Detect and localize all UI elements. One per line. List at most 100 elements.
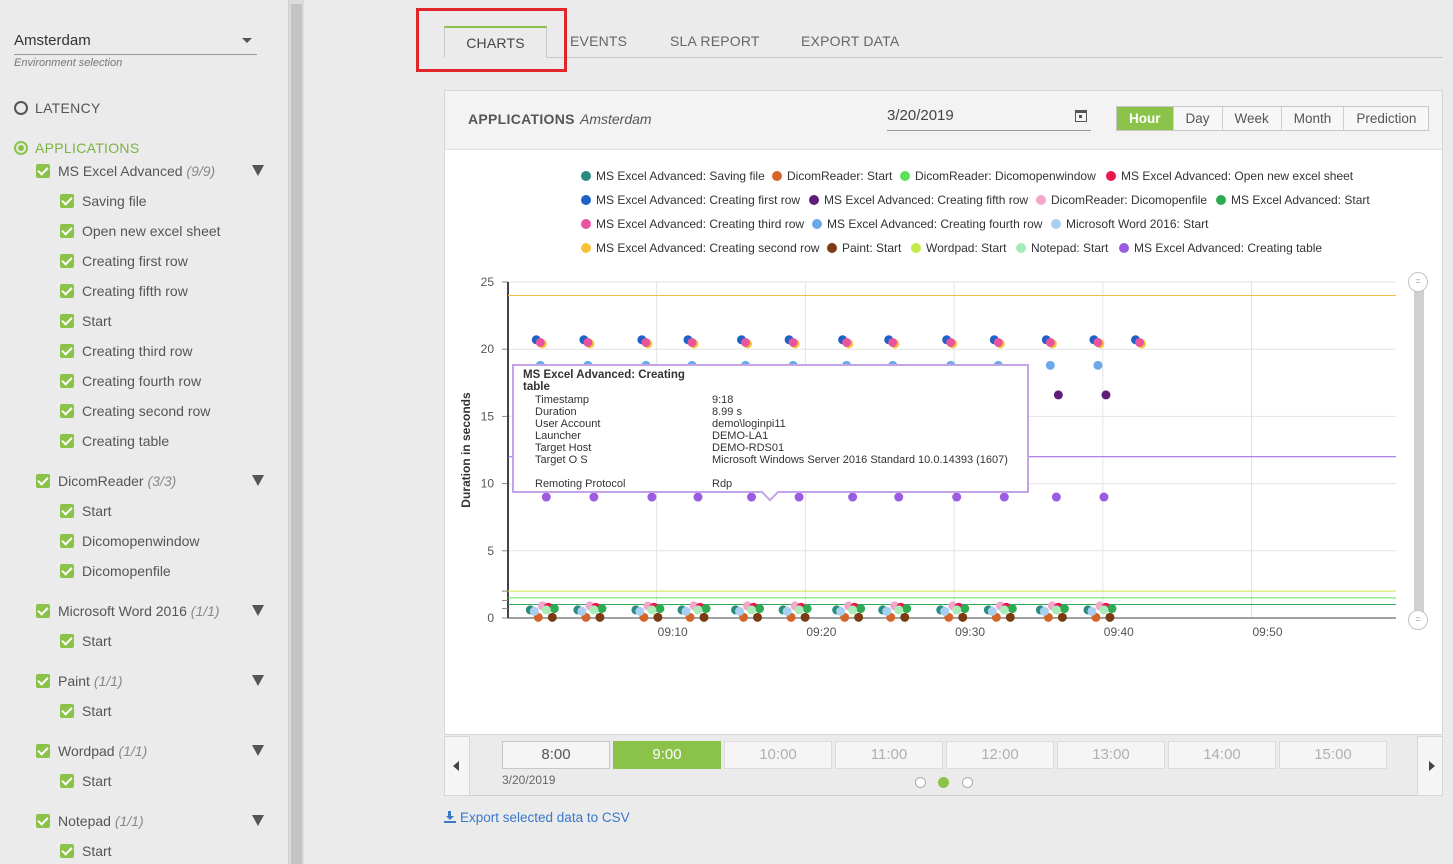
point-third-row: [687, 337, 697, 347]
x-tick-label: 09:50: [1252, 625, 1282, 639]
x-tick-label: 09:10: [658, 625, 688, 639]
point-third-row: [888, 337, 898, 347]
hour-button-11-00[interactable]: 11:00: [835, 741, 943, 769]
point-low-cluster: [701, 604, 711, 614]
point-third-row: [583, 337, 593, 347]
point-low-cluster: [782, 606, 792, 616]
tooltip-value: 9:18: [712, 394, 734, 406]
page-dot-3[interactable]: [962, 777, 973, 788]
point-low-cluster: [952, 605, 962, 615]
point-fifth-row: [1101, 390, 1111, 400]
point-creating-table: [999, 492, 1009, 502]
point-low-cluster: [902, 604, 912, 614]
export-csv-link[interactable]: Export selected data to CSV: [444, 810, 630, 825]
point-creating-table: [1051, 492, 1061, 502]
hour-button-13-00[interactable]: 13:00: [1057, 741, 1165, 769]
hour-button-9-00[interactable]: 9:00: [613, 741, 721, 769]
point-low-cluster: [1099, 605, 1109, 615]
point-third-row: [788, 337, 798, 347]
point-low-cluster: [577, 606, 587, 616]
point-low-cluster: [753, 612, 763, 622]
point-third-row: [946, 337, 956, 347]
point-low-cluster: [800, 612, 810, 622]
point-low-cluster: [541, 605, 551, 615]
chevron-right-icon: [1429, 761, 1435, 771]
point-fifth-row: [1053, 390, 1063, 400]
tooltip-value: DEMO-RDS01: [712, 442, 785, 454]
point-low-cluster: [529, 606, 539, 616]
point-low-cluster: [647, 605, 657, 615]
timeline-next-button[interactable]: [1417, 736, 1443, 796]
point-low-cluster: [1005, 612, 1015, 622]
timeline-navigator: 8:00 9:00 10:00 11:00 12:00 13:00 14:00 15:00 3…: [444, 736, 1443, 796]
point-third-row: [1045, 337, 1055, 347]
point-low-cluster: [1039, 606, 1049, 616]
point-fourth-row: [1045, 360, 1055, 370]
tooltip-key: Target O S: [535, 454, 588, 466]
point-low-cluster: [940, 606, 950, 616]
zoom-slider-top-handle[interactable]: =: [1408, 272, 1428, 292]
hour-button-15-00[interactable]: 15:00: [1279, 741, 1387, 769]
point-low-cluster: [635, 606, 645, 616]
point-low-cluster: [900, 612, 910, 622]
point-low-cluster: [755, 604, 765, 614]
point-low-cluster: [856, 604, 866, 614]
point-creating-table: [794, 492, 804, 502]
chart-tooltip: MS Excel Advanced: Creating table Timest…: [512, 364, 1029, 502]
tooltip-value: 8.99 s: [712, 406, 742, 418]
timeline-prev-button[interactable]: [444, 736, 470, 796]
point-fourth-row: [1093, 360, 1103, 370]
point-low-cluster: [894, 605, 904, 615]
point-low-cluster: [794, 605, 804, 615]
point-low-cluster: [854, 612, 864, 622]
tooltip-key: Duration: [535, 406, 577, 418]
hour-button-12-00[interactable]: 12:00: [946, 741, 1054, 769]
tooltip-key: Remoting Protocol: [535, 478, 626, 490]
point-third-row: [641, 337, 651, 347]
tooltip-value: Microsoft Windows Server 2016 Standard 1…: [712, 454, 1008, 466]
y-tick-label: 20: [481, 342, 495, 356]
point-creating-table: [1099, 492, 1109, 502]
tooltip-key: User Account: [535, 418, 601, 430]
hour-button-14-00[interactable]: 14:00: [1168, 741, 1276, 769]
point-low-cluster: [848, 605, 858, 615]
point-low-cluster: [549, 604, 559, 614]
point-low-cluster: [1059, 604, 1069, 614]
point-low-cluster: [1057, 612, 1067, 622]
page-dot-1[interactable]: [915, 777, 926, 788]
point-low-cluster: [681, 606, 691, 616]
point-low-cluster: [882, 606, 892, 616]
y-tick-label: 5: [487, 544, 494, 558]
page-dot-2[interactable]: [938, 777, 949, 788]
point-low-cluster: [693, 605, 703, 615]
point-third-row: [842, 337, 852, 347]
point-low-cluster: [653, 612, 663, 622]
point-low-cluster: [958, 612, 968, 622]
hour-button-8-00[interactable]: 8:00: [502, 741, 610, 769]
tooltip-value: DEMO-LA1: [712, 430, 769, 442]
point-creating-table: [747, 492, 757, 502]
zoom-slider-bottom-handle[interactable]: =: [1408, 610, 1428, 630]
point-third-row: [535, 337, 545, 347]
y-tick-label: 15: [481, 409, 495, 423]
point-creating-table: [894, 492, 904, 502]
point-third-row: [993, 337, 1003, 347]
point-creating-table: [848, 492, 858, 502]
point-low-cluster: [747, 605, 757, 615]
zoom-slider-track[interactable]: [1414, 282, 1424, 620]
point-low-cluster: [547, 612, 557, 622]
point-low-cluster: [802, 604, 812, 614]
point-low-cluster: [1105, 612, 1115, 622]
point-creating-table: [647, 492, 657, 502]
chevron-left-icon: [453, 761, 459, 771]
point-low-cluster: [1051, 605, 1061, 615]
y-axis-label: Duration in seconds: [459, 392, 473, 508]
export-csv-label: Export selected data to CSV: [460, 810, 630, 825]
point-low-cluster: [999, 605, 1009, 615]
hour-button-10-00[interactable]: 10:00: [724, 741, 832, 769]
point-low-cluster: [987, 606, 997, 616]
y-tick-label: 25: [481, 275, 495, 289]
x-tick-label: 09:30: [955, 625, 985, 639]
point-creating-table: [952, 492, 962, 502]
point-third-row: [1135, 337, 1145, 347]
